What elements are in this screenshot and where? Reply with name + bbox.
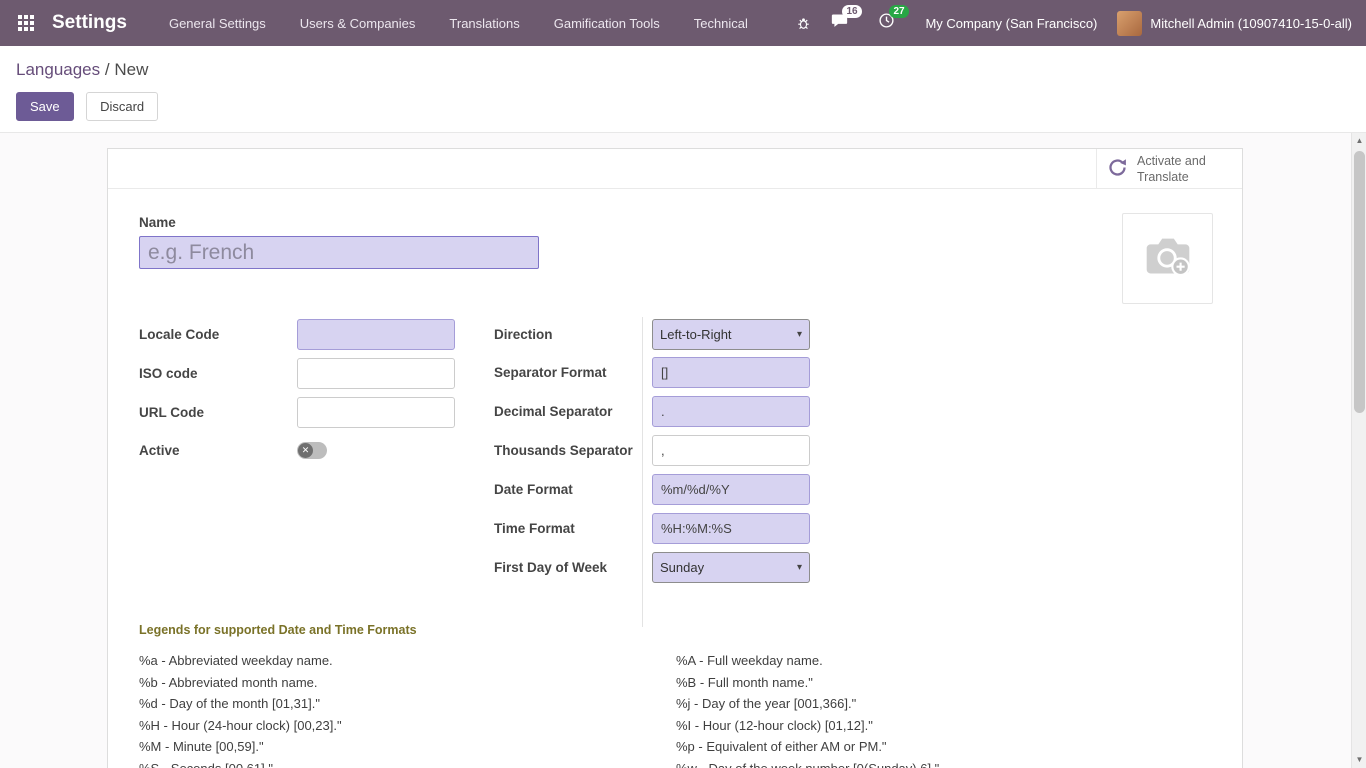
active-toggle[interactable]: ✕ [297, 442, 327, 459]
avatar [1117, 11, 1142, 36]
locale-code-row: Locale Code [139, 319, 455, 350]
toggle-off-icon: ✕ [298, 443, 313, 458]
locale-code-input[interactable] [297, 319, 455, 350]
scrollbar-thumb[interactable] [1354, 151, 1365, 413]
menu-gamification-tools[interactable]: Gamification Tools [554, 16, 660, 31]
first-day-of-week-select[interactable]: Sunday ▾ [652, 552, 810, 583]
legend-item: %M - Minute [00,59]." [139, 736, 676, 758]
activities-badge: 27 [889, 5, 908, 18]
top-navbar: Settings General Settings Users & Compan… [0, 0, 1366, 46]
legend-item: %a - Abbreviated weekday name. [139, 650, 676, 672]
discard-button[interactable]: Discard [86, 92, 158, 121]
vertical-scrollbar[interactable]: ▲ ▼ [1351, 133, 1366, 768]
legend-item: %S - Seconds [00,61]." [139, 758, 676, 768]
legend-item: %H - Hour (24-hour clock) [00,23]." [139, 715, 676, 737]
activate-translate-button[interactable]: Activate and Translate [1096, 149, 1242, 189]
legends-left-column: %a - Abbreviated weekday name. %b - Abbr… [139, 650, 676, 768]
time-format-row: Time Format [494, 513, 810, 544]
user-name: Mitchell Admin (10907410-15-0-all) [1150, 16, 1352, 31]
legends-grid: %a - Abbreviated weekday name. %b - Abbr… [139, 650, 1214, 768]
messages-badge: 16 [842, 5, 861, 18]
legend-item: %I - Hour (12-hour clock) [01,12]." [676, 715, 1214, 737]
chevron-down-icon: ▾ [797, 562, 802, 573]
url-code-label: URL Code [139, 397, 297, 420]
date-format-row: Date Format [494, 474, 810, 505]
save-button[interactable]: Save [16, 92, 74, 121]
direction-value: Left-to-Right [660, 327, 732, 342]
breadcrumb-current: New [114, 60, 148, 79]
activities-menu[interactable]: 27 [878, 12, 895, 34]
decimal-separator-input[interactable] [652, 396, 810, 427]
time-format-input[interactable] [652, 513, 810, 544]
legend-item: %j - Day of the year [001,366]." [676, 693, 1214, 715]
legend-item: %B - Full month name." [676, 672, 1214, 694]
breadcrumb-separator: / [105, 60, 110, 79]
url-code-row: URL Code [139, 397, 455, 428]
thousands-separator-label: Thousands Separator [494, 435, 639, 458]
menu-technical[interactable]: Technical [694, 16, 748, 31]
url-code-input[interactable] [297, 397, 455, 428]
menu-translations[interactable]: Translations [449, 16, 519, 31]
active-label: Active [139, 435, 297, 458]
bug-icon[interactable] [796, 15, 811, 31]
breadcrumb: Languages / New [16, 60, 1350, 80]
control-panel: Languages / New Save Discard [0, 46, 1366, 133]
decimal-separator-row: Decimal Separator [494, 396, 810, 427]
breadcrumb-languages-link[interactable]: Languages [16, 60, 100, 79]
user-menu[interactable]: Mitchell Admin (10907410-15-0-all) [1117, 11, 1352, 36]
messages-menu[interactable]: 16 [831, 12, 848, 34]
name-input[interactable] [139, 236, 539, 269]
name-label: Name [139, 215, 176, 230]
first-day-of-week-value: Sunday [660, 560, 704, 575]
direction-row: Direction Left-to-Right ▾ [494, 319, 810, 350]
activate-label: Activate and Translate [1137, 153, 1232, 186]
first-day-of-week-label: First Day of Week [494, 552, 639, 575]
time-format-label: Time Format [494, 513, 639, 536]
locale-code-label: Locale Code [139, 319, 297, 342]
first-day-of-week-row: First Day of Week Sunday ▾ [494, 552, 810, 583]
form-statusbar: Activate and Translate [108, 149, 1242, 189]
active-row: Active ✕ [139, 435, 327, 459]
language-image-placeholder[interactable] [1122, 213, 1213, 304]
decimal-separator-label: Decimal Separator [494, 396, 639, 419]
separator-format-input[interactable] [652, 357, 810, 388]
thousands-separator-row: Thousands Separator [494, 435, 810, 466]
legends-right-column: %A - Full weekday name. %B - Full month … [676, 650, 1214, 768]
iso-code-input[interactable] [297, 358, 455, 389]
apps-menu-icon[interactable] [18, 15, 34, 31]
date-format-label: Date Format [494, 474, 639, 497]
legend-item: %p - Equivalent of either AM or PM." [676, 736, 1214, 758]
legends-title: Legends for supported Date and Time Form… [139, 623, 417, 637]
legend-item: %b - Abbreviated month name. [139, 672, 676, 694]
direction-label: Direction [494, 319, 639, 342]
app-title[interactable]: Settings [52, 12, 127, 34]
language-form-sheet: Activate and Translate Name Locale Code [107, 148, 1243, 768]
refresh-icon [1107, 157, 1128, 181]
direction-select[interactable]: Left-to-Right ▾ [652, 319, 810, 350]
separator-format-row: Separator Format [494, 357, 810, 388]
menu-users-companies[interactable]: Users & Companies [300, 16, 416, 31]
company-switcher[interactable]: My Company (San Francisco) [925, 16, 1097, 31]
iso-code-label: ISO code [139, 358, 297, 381]
menu-general-settings[interactable]: General Settings [169, 16, 266, 31]
separator-format-label: Separator Format [494, 357, 639, 380]
chevron-down-icon: ▾ [797, 329, 802, 340]
content-area: Activate and Translate Name Locale Code [0, 133, 1366, 768]
iso-code-row: ISO code [139, 358, 455, 389]
date-format-input[interactable] [652, 474, 810, 505]
top-menu: General Settings Users & Companies Trans… [169, 16, 748, 31]
camera-plus-icon [1137, 225, 1199, 292]
systray: 16 27 My Company (San Francisco) Mitchel… [796, 11, 1352, 36]
legend-item: %w - Day of the week number [0(Sunday),6… [676, 758, 1214, 768]
legend-item: %A - Full weekday name. [676, 650, 1214, 672]
legend-item: %d - Day of the month [01,31]." [139, 693, 676, 715]
scroll-up-icon[interactable]: ▲ [1352, 133, 1366, 149]
scroll-down-icon[interactable]: ▼ [1352, 752, 1366, 768]
thousands-separator-input[interactable] [652, 435, 810, 466]
